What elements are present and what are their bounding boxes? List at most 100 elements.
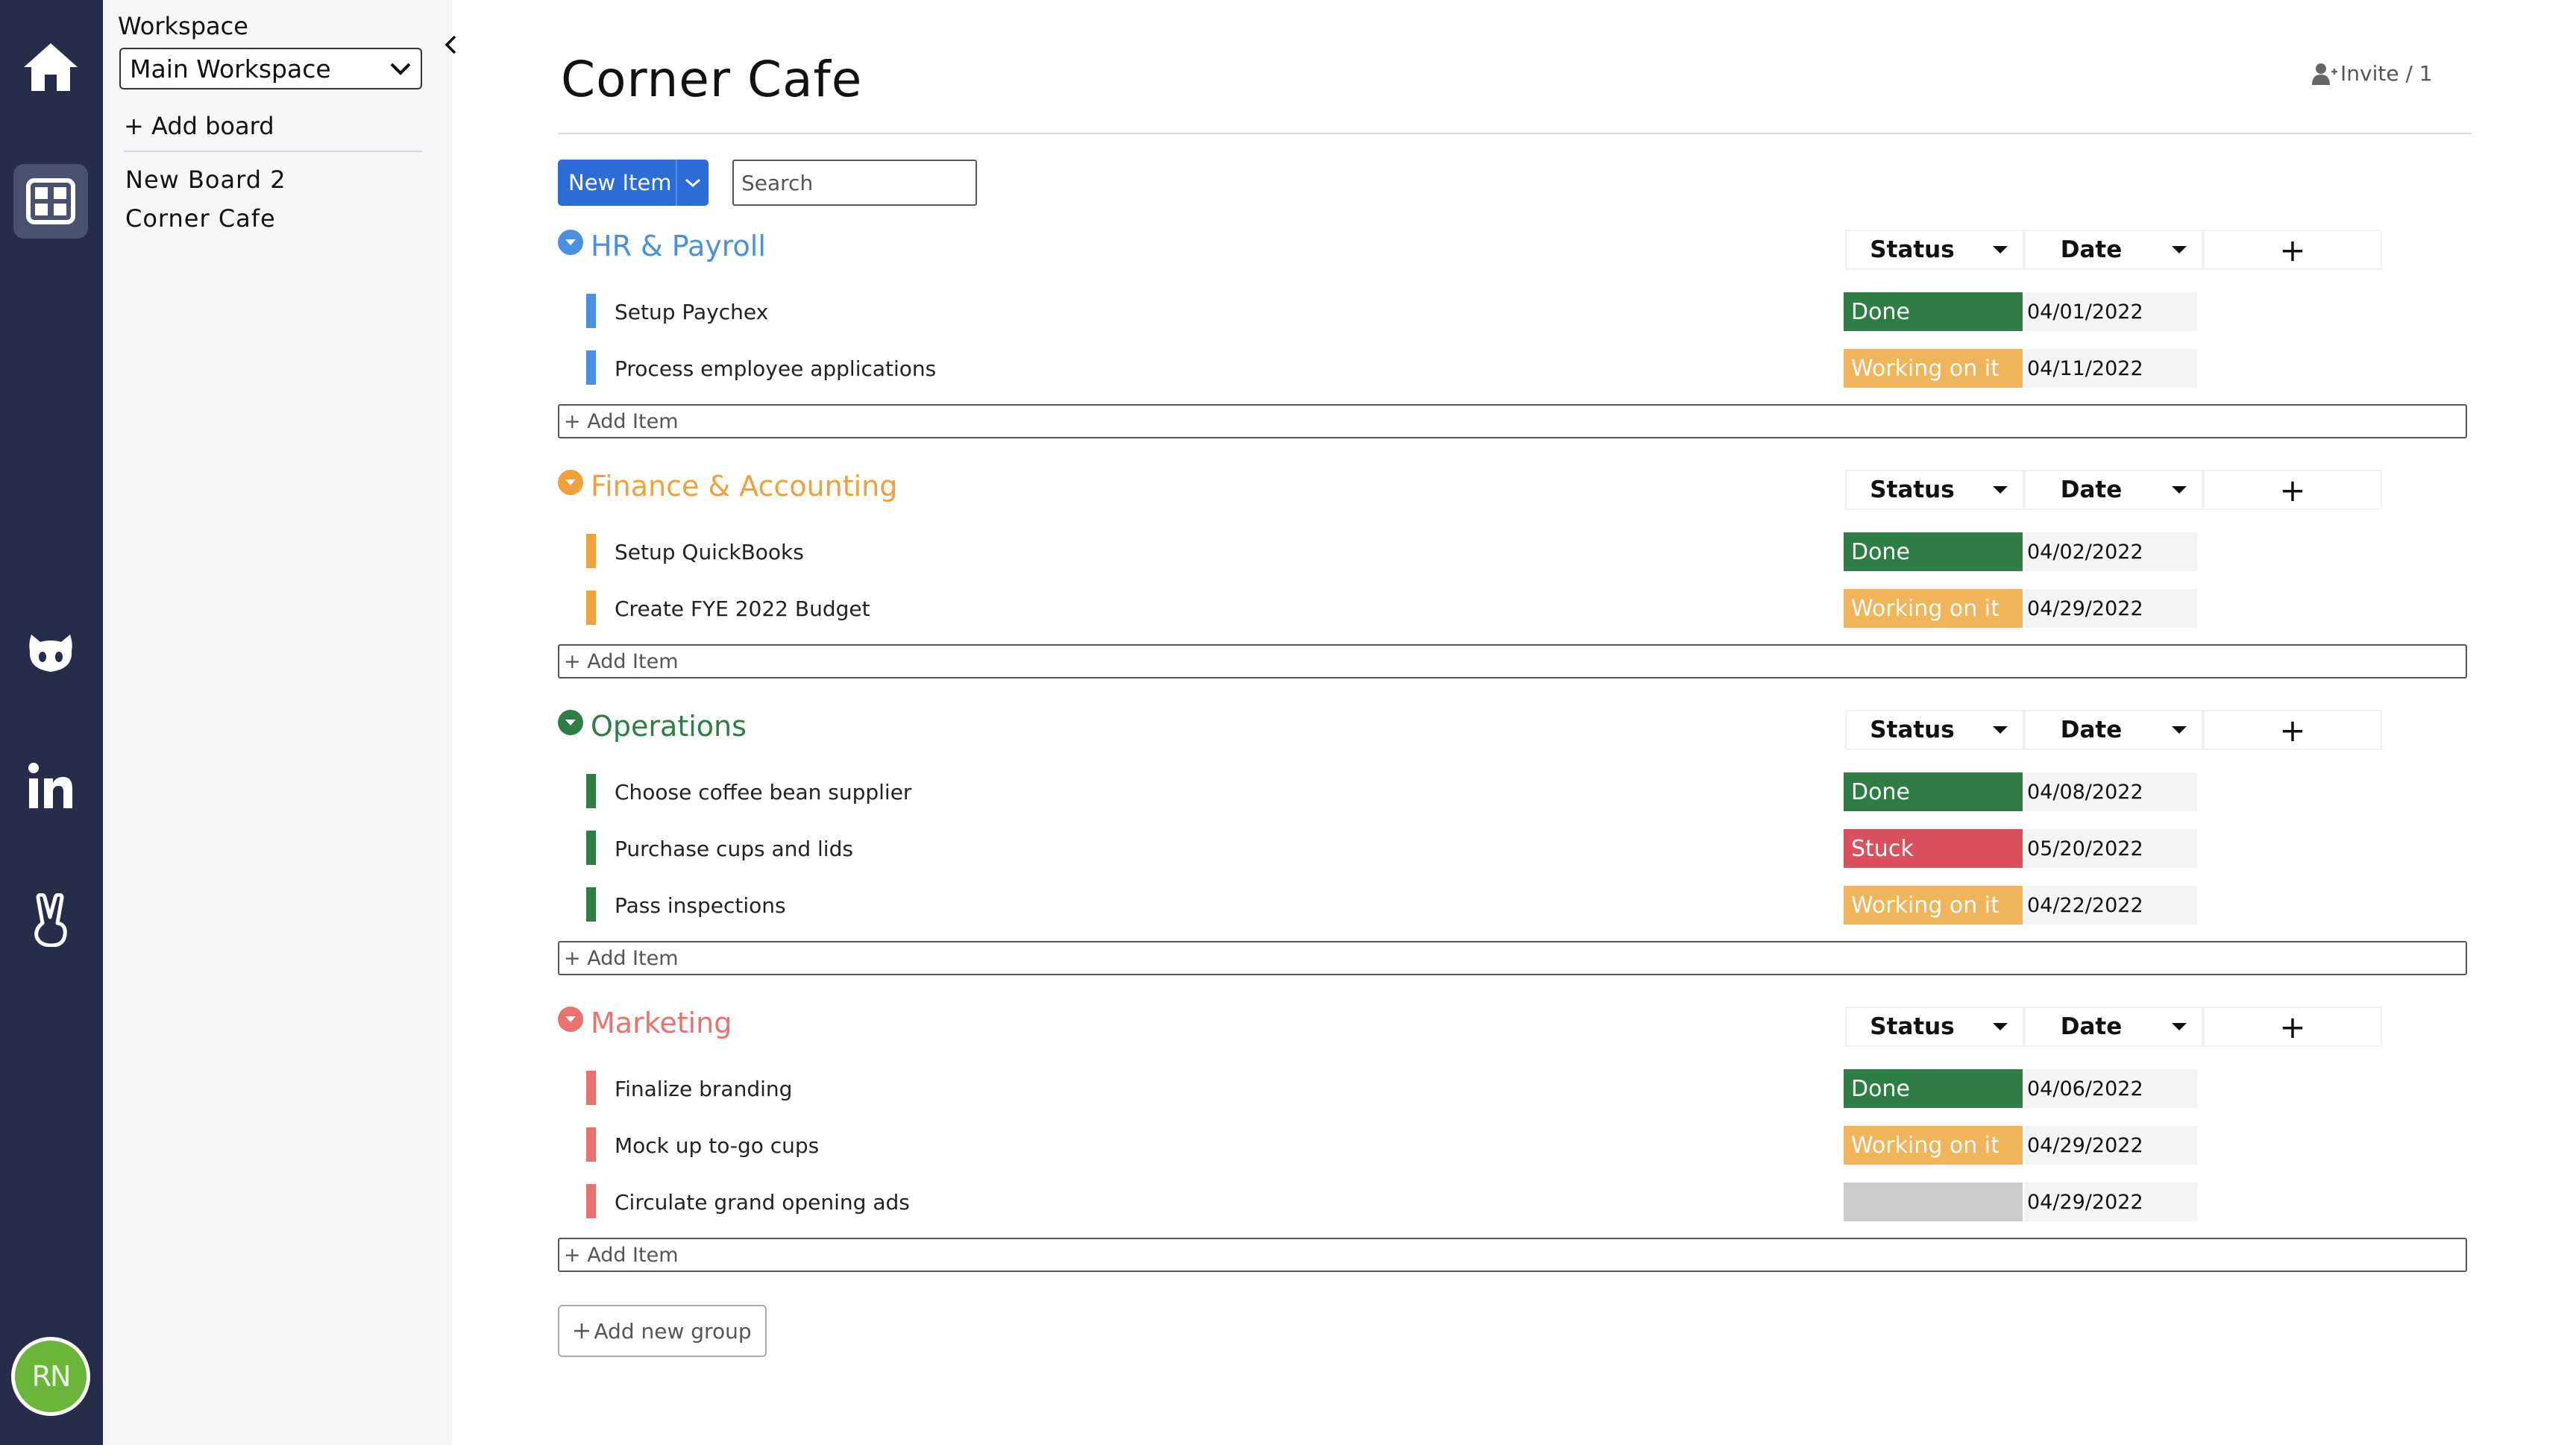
caret-down-icon[interactable] xyxy=(2157,1022,2202,1031)
divider xyxy=(124,151,422,152)
status-badge[interactable] xyxy=(1844,1183,2023,1221)
group-collapse-toggle[interactable] xyxy=(558,1007,583,1032)
item-row[interactable]: Setup QuickBooks Done 04/02/2022 xyxy=(558,520,2472,577)
add-column-button[interactable]: + xyxy=(2203,230,2382,270)
workspace-panel: Workspace Main Workspace + Add board New… xyxy=(103,0,452,1445)
item-name[interactable]: Setup Paychex xyxy=(615,300,768,324)
item-name[interactable]: Purchase cups and lids xyxy=(615,837,853,861)
date-cell[interactable]: 04/29/2022 xyxy=(2024,1183,2197,1221)
status-column-header[interactable]: Status xyxy=(1845,230,2024,270)
item-row[interactable]: Mock up to-go cups Working on it 04/29/202… xyxy=(558,1114,2472,1171)
home-button[interactable] xyxy=(13,30,88,104)
date-column-header[interactable]: Date xyxy=(2024,470,2203,510)
item-row[interactable]: Pass inspections Working on it 04/22/2022 xyxy=(558,874,2472,931)
user-avatar[interactable]: RN xyxy=(11,1337,90,1416)
item-name[interactable]: Pass inspections xyxy=(615,893,786,918)
date-cell[interactable]: 04/06/2022 xyxy=(2024,1069,2197,1108)
add-item-input[interactable]: + Add Item xyxy=(558,644,2467,679)
collapse-panel-button[interactable] xyxy=(436,30,465,60)
item-name[interactable]: Choose coffee bean supplier xyxy=(615,780,911,805)
status-column-header[interactable]: Status xyxy=(1845,710,2024,750)
add-board-button[interactable]: + Add board xyxy=(124,112,274,140)
date-column-header[interactable]: Date xyxy=(2024,230,2203,270)
boards-button[interactable] xyxy=(13,164,88,239)
status-badge[interactable]: Stuck xyxy=(1844,829,2023,868)
date-cell[interactable]: 04/08/2022 xyxy=(2024,772,2197,811)
status-badge[interactable]: Done xyxy=(1844,772,2023,811)
item-row[interactable]: Circulate grand opening ads 04/29/2022 xyxy=(558,1171,2472,1227)
workspace-label: Workspace xyxy=(118,12,248,40)
status-badge[interactable]: Working on it xyxy=(1844,589,2023,628)
item-name[interactable]: Create FYE 2022 Budget xyxy=(615,596,870,621)
item-name[interactable]: Mock up to-go cups xyxy=(615,1133,819,1158)
linkedin-link[interactable] xyxy=(13,749,88,823)
board-link-new-board-2[interactable]: New Board 2 xyxy=(125,166,286,194)
item-row[interactable]: Purchase cups and lids Stuck 05/20/2022 xyxy=(558,817,2472,874)
add-column-button[interactable]: + xyxy=(2203,470,2382,510)
add-item-input[interactable]: + Add Item xyxy=(558,941,2467,975)
date-cell[interactable]: 04/29/2022 xyxy=(2024,589,2197,628)
item-color-bar xyxy=(586,534,596,568)
add-column-button[interactable]: + xyxy=(2203,1007,2382,1047)
group-title[interactable]: Operations xyxy=(591,710,747,743)
add-item-input[interactable]: + Add Item xyxy=(558,1238,2467,1272)
invite-button[interactable]: Invite / 1 xyxy=(2312,61,2433,86)
date-cell[interactable]: 04/22/2022 xyxy=(2024,886,2197,925)
item-row[interactable]: Setup Paychex Done 04/01/2022 xyxy=(558,280,2472,337)
item-row[interactable]: Process employee applications Working on … xyxy=(558,337,2472,394)
item-row[interactable]: Choose coffee bean supplier Done 04/08/202… xyxy=(558,761,2472,817)
item-color-bar xyxy=(586,887,596,922)
angellist-link[interactable] xyxy=(13,883,88,957)
workspace-select[interactable]: Main Workspace xyxy=(119,48,422,89)
date-cell[interactable]: 04/11/2022 xyxy=(2024,349,2197,388)
new-item-button[interactable]: New Item xyxy=(558,160,709,206)
status-badge[interactable]: Done xyxy=(1844,532,2023,571)
github-link[interactable] xyxy=(13,616,88,690)
new-item-label: New Item xyxy=(568,170,672,195)
new-item-dropdown[interactable] xyxy=(676,160,709,206)
add-item-input[interactable]: + Add Item xyxy=(558,404,2467,438)
status-column-header[interactable]: Status xyxy=(1845,1007,2024,1047)
group-title[interactable]: HR & Payroll xyxy=(591,230,766,262)
add-column-button[interactable]: + xyxy=(2203,710,2382,750)
add-user-icon xyxy=(2312,63,2337,85)
group-title[interactable]: Marketing xyxy=(591,1007,732,1039)
caret-down-icon[interactable] xyxy=(1978,725,2023,734)
caret-down-icon[interactable] xyxy=(1978,485,2023,494)
item-row[interactable]: Finalize branding Done 04/06/2022 xyxy=(558,1057,2472,1114)
item-name[interactable]: Setup QuickBooks xyxy=(615,540,804,564)
group: Marketing Status Date + Finalize branding Don… xyxy=(558,999,2472,1272)
caret-down-icon[interactable] xyxy=(1978,245,2023,254)
status-badge[interactable]: Working on it xyxy=(1844,886,2023,925)
status-badge[interactable]: Working on it xyxy=(1844,1126,2023,1165)
date-cell[interactable]: 04/01/2022 xyxy=(2024,292,2197,331)
item-name[interactable]: Finalize branding xyxy=(615,1077,792,1101)
caret-down-icon[interactable] xyxy=(2157,245,2202,254)
date-column-header[interactable]: Date xyxy=(2024,710,2203,750)
group-collapse-toggle[interactable] xyxy=(558,710,583,735)
date-cell[interactable]: 04/29/2022 xyxy=(2024,1126,2197,1165)
divider xyxy=(558,133,2472,134)
item-row[interactable]: Create FYE 2022 Budget Working on it 04/29… xyxy=(558,577,2472,634)
item-color-bar xyxy=(586,831,596,865)
status-badge[interactable]: Done xyxy=(1844,1069,2023,1108)
add-group-button[interactable]: Add new group xyxy=(558,1305,767,1357)
item-name[interactable]: Circulate grand opening ads xyxy=(615,1190,910,1215)
date-cell[interactable]: 04/02/2022 xyxy=(2024,532,2197,571)
date-cell[interactable]: 05/20/2022 xyxy=(2024,829,2197,868)
search-input[interactable] xyxy=(732,160,977,206)
workspace-select-value: Main Workspace xyxy=(130,54,331,84)
status-column-header[interactable]: Status xyxy=(1845,470,2024,510)
status-badge[interactable]: Done xyxy=(1844,292,2023,331)
caret-down-icon[interactable] xyxy=(2157,485,2202,494)
item-name[interactable]: Process employee applications xyxy=(615,356,936,381)
group-collapse-toggle[interactable] xyxy=(558,470,583,495)
group-title[interactable]: Finance & Accounting xyxy=(591,470,897,503)
date-column-header[interactable]: Date xyxy=(2024,1007,2203,1047)
status-column-label: Status xyxy=(1870,476,1955,503)
group-collapse-toggle[interactable] xyxy=(558,230,583,255)
status-badge[interactable]: Working on it xyxy=(1844,349,2023,388)
board-link-corner-cafe[interactable]: Corner Cafe xyxy=(125,204,276,233)
caret-down-icon[interactable] xyxy=(1978,1022,2023,1031)
caret-down-icon[interactable] xyxy=(2157,725,2202,734)
